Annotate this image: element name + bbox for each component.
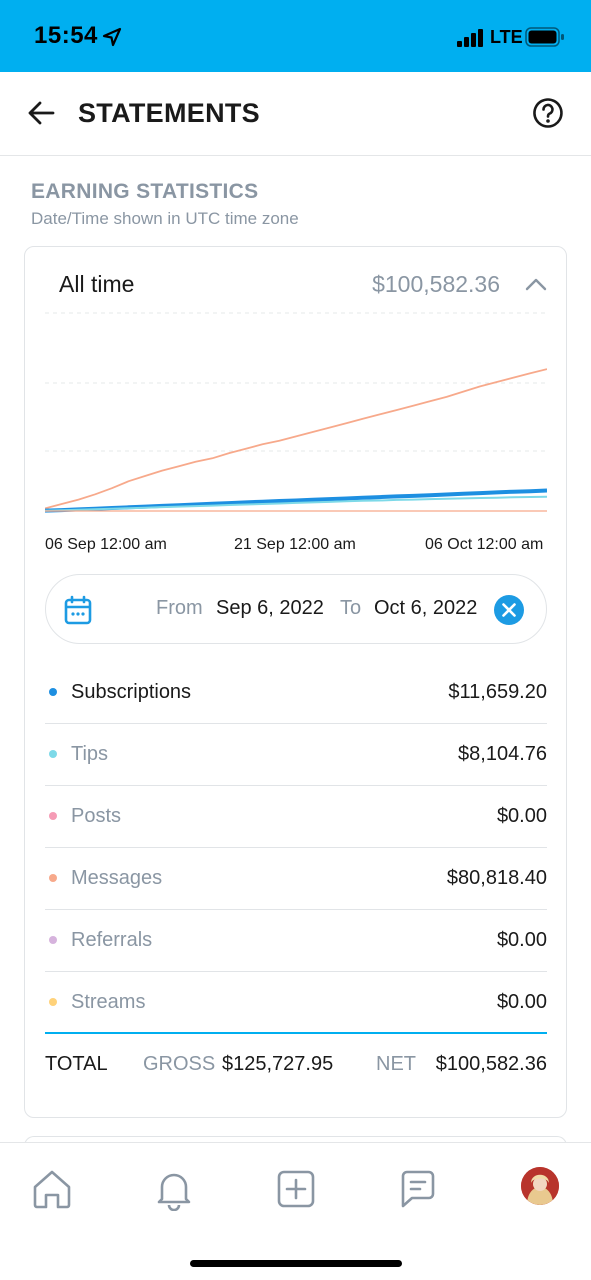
series-dot bbox=[49, 812, 57, 820]
list-item[interactable]: Posts $0.00 bbox=[45, 786, 547, 848]
row-value: $8,104.76 bbox=[458, 743, 547, 765]
question-circle-icon[interactable] bbox=[532, 97, 564, 129]
avatar-image bbox=[521, 1167, 559, 1205]
plus-square-icon[interactable] bbox=[274, 1167, 318, 1211]
home-icon[interactable] bbox=[30, 1167, 74, 1211]
status-bar: 15:54 LTE bbox=[0, 0, 591, 72]
row-value: $0.00 bbox=[496, 805, 547, 827]
net-label: NET bbox=[376, 1053, 416, 1075]
bell-icon[interactable] bbox=[152, 1167, 196, 1211]
chat-icon[interactable] bbox=[396, 1167, 440, 1211]
network-type: LTE bbox=[490, 27, 523, 47]
net-value: $100,582.36 bbox=[435, 1053, 547, 1075]
total-label: TOTAL bbox=[45, 1053, 108, 1075]
to-date[interactable]: Oct 6, 2022 bbox=[374, 597, 477, 620]
row-value: $80,818.40 bbox=[446, 867, 547, 889]
row-label: Referrals bbox=[71, 929, 153, 951]
avatar[interactable] bbox=[521, 1167, 559, 1205]
list-item[interactable]: Subscriptions $11,659.20 bbox=[45, 662, 547, 724]
x-tick-label: 06 Oct 12:00 am bbox=[425, 536, 544, 553]
series-dot bbox=[49, 874, 57, 882]
chevron-up-icon[interactable] bbox=[525, 277, 547, 291]
period-label[interactable]: All time bbox=[59, 271, 134, 298]
list-item[interactable]: Referrals $0.00 bbox=[45, 910, 547, 972]
clear-icon[interactable] bbox=[494, 595, 524, 625]
series-dot bbox=[49, 750, 57, 758]
row-label: Messages bbox=[71, 867, 163, 889]
chart-series-line bbox=[45, 368, 547, 510]
totals-row: TOTAL GROSS $125,727.95 NET $100,582.36 bbox=[45, 1053, 547, 1079]
series-dot bbox=[49, 688, 57, 696]
app-header: STATEMENTS bbox=[0, 72, 591, 156]
list-item[interactable]: Streams $0.00 bbox=[45, 972, 547, 1034]
series-dot bbox=[49, 998, 57, 1006]
section-title: EARNING STATISTICS bbox=[31, 180, 259, 203]
gross-value: $125,727.95 bbox=[222, 1053, 334, 1075]
series-dot bbox=[49, 936, 57, 944]
date-range-picker[interactable]: From Sep 6, 2022 To Oct 6, 2022 bbox=[45, 574, 547, 644]
location-arrow-icon bbox=[102, 27, 122, 47]
earnings-card: All time $100,582.36 06 Sep 12:00 am 21 … bbox=[24, 246, 567, 1118]
list-item[interactable]: Messages $80,818.40 bbox=[45, 848, 547, 910]
x-tick-label: 06 Sep 12:00 am bbox=[45, 536, 167, 553]
row-label: Streams bbox=[71, 991, 146, 1013]
x-tick-label: 21 Sep 12:00 am bbox=[234, 536, 356, 553]
from-label: From bbox=[156, 597, 203, 619]
to-label: To bbox=[340, 597, 362, 619]
battery-icon bbox=[525, 27, 564, 47]
row-value: $0.00 bbox=[496, 991, 547, 1013]
row-value: $11,659.20 bbox=[448, 681, 547, 703]
arrow-left-icon[interactable] bbox=[26, 98, 56, 128]
home-indicator bbox=[190, 1260, 402, 1267]
earnings-chart bbox=[45, 312, 547, 513]
status-time: 15:54 bbox=[34, 22, 98, 49]
row-value: $0.00 bbox=[496, 929, 547, 951]
from-date[interactable]: Sep 6, 2022 bbox=[216, 597, 324, 620]
row-label: Subscriptions bbox=[71, 681, 192, 703]
signal-icon bbox=[457, 29, 483, 47]
page-title: STATEMENTS bbox=[78, 98, 260, 128]
section-subtitle: Date/Time shown in UTC time zone bbox=[31, 209, 299, 228]
period-total: $100,582.36 bbox=[372, 271, 500, 297]
gross-label: GROSS bbox=[143, 1053, 216, 1075]
earnings-breakdown: Subscriptions $11,659.20 Tips $8,104.76 … bbox=[45, 662, 547, 1034]
row-label: Tips bbox=[71, 743, 109, 765]
calendar-icon[interactable] bbox=[64, 595, 92, 625]
row-label: Posts bbox=[71, 805, 122, 827]
list-item[interactable]: Tips $8,104.76 bbox=[45, 724, 547, 786]
